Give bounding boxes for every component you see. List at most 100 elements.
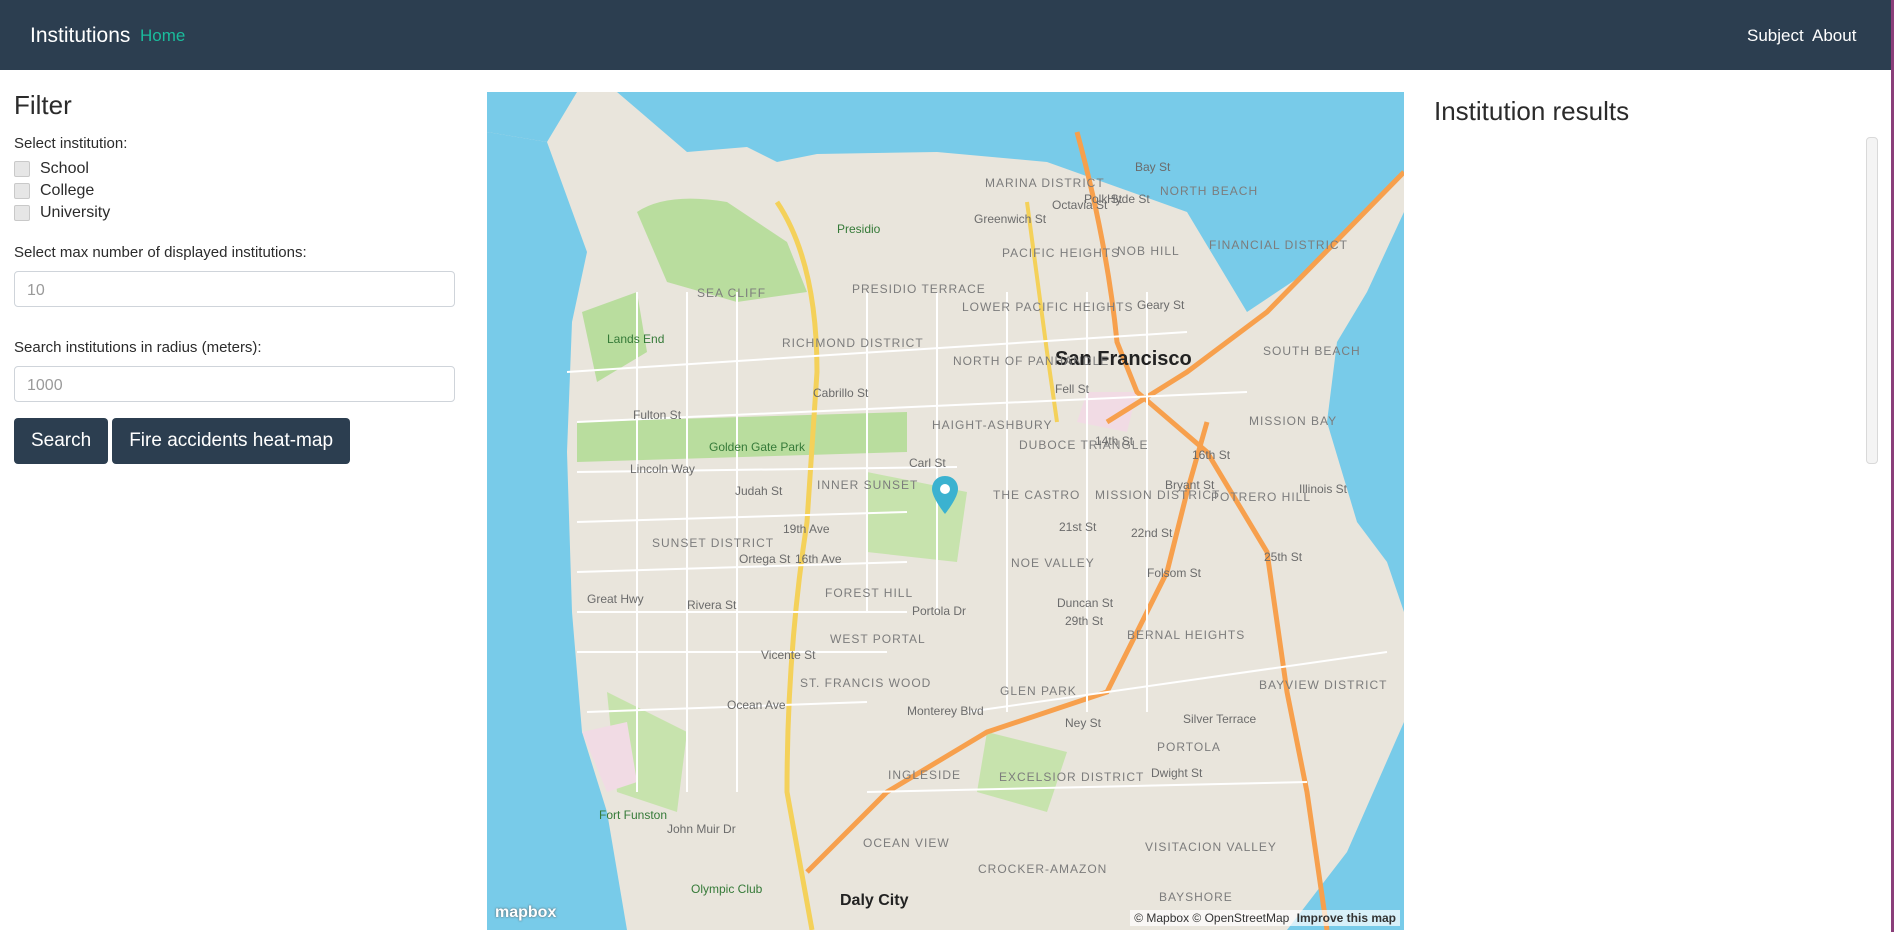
map-label-street: Geary St bbox=[1137, 298, 1185, 312]
map-label-district: THE CASTRO bbox=[993, 488, 1081, 502]
map-label-street: Bryant St bbox=[1165, 478, 1215, 492]
max-institutions-label: Select max number of displayed instituti… bbox=[14, 244, 307, 261]
map-label-street: Dwight St bbox=[1151, 766, 1203, 780]
filter-title: Filter bbox=[14, 90, 72, 120]
results-panel: Institution results bbox=[1434, 96, 1874, 127]
map-label-district: BAYVIEW DISTRICT bbox=[1259, 678, 1388, 692]
map-label-street: Portola Dr bbox=[912, 604, 967, 618]
nav-subject-link[interactable]: Subject bbox=[1747, 26, 1804, 46]
map-label-street: Folsom St bbox=[1147, 566, 1202, 580]
map-label-street: 29th St bbox=[1065, 614, 1104, 628]
map-label-park: Olympic Club bbox=[691, 882, 763, 896]
map-label-district: SEA CLIFF bbox=[697, 286, 767, 300]
results-scrollbar[interactable] bbox=[1866, 137, 1878, 464]
map-label-street: Vicente St bbox=[761, 648, 816, 662]
map-label-street: Lincoln Way bbox=[630, 462, 695, 476]
checkbox-college-row[interactable]: College bbox=[14, 180, 457, 202]
map-label-district: NOB HILL bbox=[1117, 244, 1180, 258]
map-label-street: Ortega St bbox=[739, 552, 791, 566]
map-label-district: VISITACION VALLEY bbox=[1145, 840, 1277, 854]
checkbox-university-label: University bbox=[40, 204, 111, 221]
map-label-district: FOREST HILL bbox=[825, 586, 914, 600]
map-label-street: Fell St bbox=[1055, 382, 1090, 396]
map-label-street: Hyde St bbox=[1107, 192, 1150, 206]
map-label-street: 14th St bbox=[1095, 434, 1134, 448]
map-label-district: INGLESIDE bbox=[888, 768, 962, 782]
map-label-street: John Muir Dr bbox=[667, 822, 736, 836]
map-label-street: Rivera St bbox=[687, 598, 737, 612]
nav-about-link[interactable]: About bbox=[1812, 26, 1856, 46]
map-attribution: © Mapbox © OpenStreetMap Improve this ma… bbox=[1130, 910, 1400, 926]
map-label-street: Octavia St bbox=[1052, 198, 1108, 212]
map-label-district: PACIFIC HEIGHTS bbox=[1002, 246, 1121, 260]
map-label-district: NORTH BEACH bbox=[1160, 184, 1259, 198]
map-label-street: Monterey Blvd bbox=[907, 704, 984, 718]
map-label-park: Golden Gate Park bbox=[709, 440, 806, 454]
map-label-district: NORTH OF PANHANDLE bbox=[953, 354, 1110, 368]
map-label-street: Bay St bbox=[1135, 160, 1171, 174]
checkbox-college[interactable] bbox=[14, 183, 30, 199]
location-pin-icon[interactable] bbox=[932, 476, 958, 514]
map-label-district: SUNSET DISTRICT bbox=[652, 536, 775, 550]
map-label-district: WEST PORTAL bbox=[830, 632, 926, 646]
map-label-street: Illinois St bbox=[1299, 482, 1348, 496]
map-label-district: BERNAL HEIGHTS bbox=[1127, 628, 1246, 642]
checkbox-school-label: School bbox=[40, 160, 89, 177]
map-label-district: SOUTH BEACH bbox=[1263, 344, 1361, 358]
map-label-district: OCEAN VIEW bbox=[863, 836, 950, 850]
nav-home-link[interactable]: Home bbox=[140, 26, 185, 46]
checkbox-university[interactable] bbox=[14, 205, 30, 221]
map-label-district: BAYSHORE bbox=[1159, 890, 1233, 904]
map-label-street: Great Hwy bbox=[587, 592, 644, 606]
map-label-daly-city: Daly City bbox=[840, 892, 909, 909]
max-institutions-input[interactable]: 10 bbox=[14, 271, 455, 307]
map-label-district: GLEN PARK bbox=[1000, 684, 1077, 698]
map-label-district: NOE VALLEY bbox=[1011, 556, 1095, 570]
map-label-district: MARINA DISTRICT bbox=[985, 176, 1105, 190]
map-label-street: 25th St bbox=[1264, 550, 1303, 564]
search-button[interactable]: Search bbox=[14, 418, 109, 464]
checkbox-university-row[interactable]: University bbox=[14, 202, 457, 224]
checkbox-college-label: College bbox=[40, 182, 95, 199]
map-label-street: 22nd St bbox=[1131, 526, 1173, 540]
improve-map-link[interactable]: Improve this map bbox=[1297, 911, 1396, 925]
map-label-street: Fulton St bbox=[633, 408, 682, 422]
map-view[interactable]: San Francisco Daly City MARINA DISTRICT … bbox=[487, 92, 1404, 930]
map-label-district: LOWER PACIFIC HEIGHTS bbox=[962, 300, 1134, 314]
map-label-street: Judah St bbox=[735, 484, 783, 498]
map-label-district: EXCELSIOR DISTRICT bbox=[999, 770, 1145, 784]
map-label-district: INNER SUNSET bbox=[817, 478, 919, 492]
map-label-street: Silver Terrace bbox=[1183, 712, 1257, 726]
map-label-street: Ney St bbox=[1065, 716, 1102, 730]
radius-label: Search institutions in radius (meters): bbox=[14, 339, 262, 356]
map-label-district: ST. FRANCIS WOOD bbox=[800, 676, 932, 690]
map-label-park: Fort Funston bbox=[599, 808, 668, 822]
map-label-street: Carl St bbox=[909, 456, 946, 470]
mapbox-logo[interactable]: mapbox bbox=[495, 904, 556, 922]
navbar: Institutions Home Subject About bbox=[0, 0, 1894, 70]
map-label-street: Cabrillo St bbox=[813, 386, 869, 400]
map-label-district: HAIGHT-ASHBURY bbox=[932, 418, 1053, 432]
map-label-street: 21st St bbox=[1059, 520, 1097, 534]
map-attribution-text[interactable]: © Mapbox © OpenStreetMap bbox=[1134, 911, 1289, 925]
radius-input[interactable]: 1000 bbox=[14, 366, 455, 402]
map-label-district: MISSION BAY bbox=[1249, 414, 1338, 428]
checkbox-school-row[interactable]: School bbox=[14, 158, 457, 180]
results-title: Institution results bbox=[1434, 96, 1630, 126]
map-label-district: FINANCIAL DISTRICT bbox=[1209, 238, 1348, 252]
brand-link[interactable]: Institutions bbox=[30, 24, 130, 48]
map-label-district: RICHMOND DISTRICT bbox=[782, 336, 924, 350]
map-label-district: PORTOLA bbox=[1157, 740, 1221, 754]
map-label-district: CROCKER-AMAZON bbox=[978, 862, 1108, 876]
heatmap-button[interactable]: Fire accidents heat-map bbox=[112, 418, 351, 464]
map-label-street: 16th Ave bbox=[795, 552, 842, 566]
checkbox-school[interactable] bbox=[14, 161, 30, 177]
map-label-street: Greenwich St bbox=[974, 212, 1047, 226]
map-label-street: Ocean Ave bbox=[727, 698, 786, 712]
map-label-street: 19th Ave bbox=[783, 522, 830, 536]
select-institution-label: Select institution: bbox=[14, 135, 128, 152]
filter-panel: Filter Select institution: School Colleg… bbox=[14, 90, 457, 464]
map-label-street: Duncan St bbox=[1057, 596, 1114, 610]
map-label-district: PRESIDIO TERRACE bbox=[852, 282, 986, 296]
map-label-street: 16th St bbox=[1192, 448, 1231, 462]
